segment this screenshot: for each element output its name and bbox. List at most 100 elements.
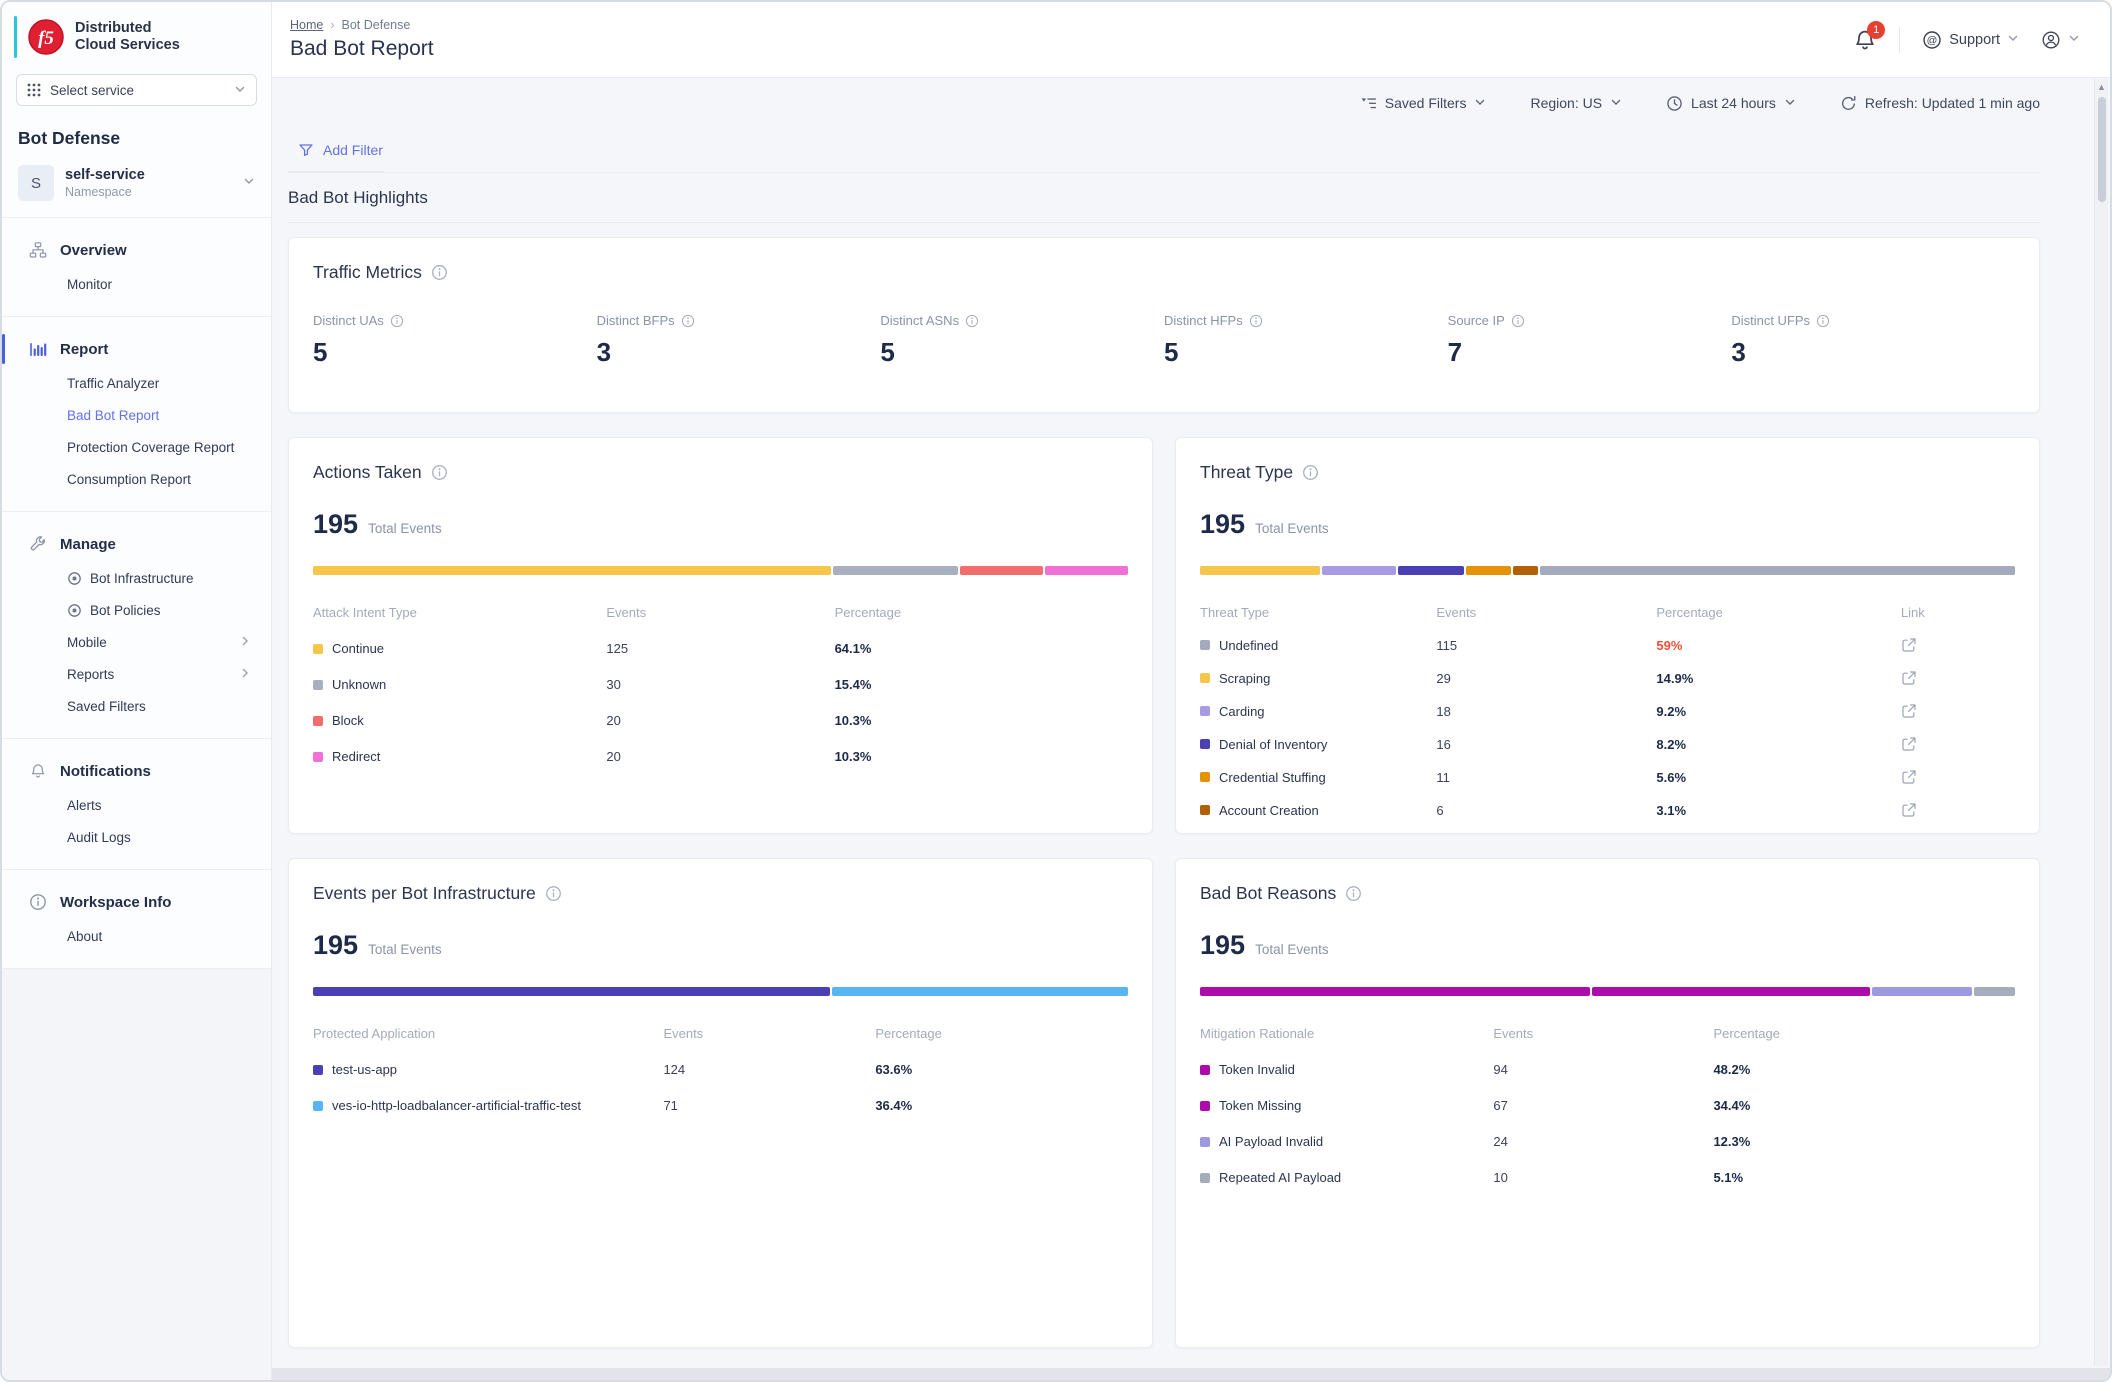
- table-row: Credential Stuffing115.6%: [1200, 769, 2015, 785]
- sidebar-item-bad-bot-report[interactable]: Bad Bot Report: [2, 399, 271, 431]
- select-service-dropdown[interactable]: Select service: [16, 74, 257, 106]
- info-icon[interactable]: [1511, 314, 1525, 328]
- row-percentage: 59%: [1656, 638, 1901, 653]
- bar-segment: [1513, 566, 1538, 575]
- row-events: 6: [1436, 803, 1656, 818]
- horizontal-scrollbar[interactable]: [272, 1368, 2110, 1380]
- legend-chip: [313, 680, 323, 690]
- legend-chip: [1200, 739, 1210, 749]
- total-events-label: Total Events: [368, 521, 442, 536]
- metric-value: 3: [597, 337, 881, 368]
- breadcrumb-home-link[interactable]: Home: [290, 18, 323, 32]
- row-events: 30: [606, 677, 834, 692]
- info-icon[interactable]: [1302, 464, 1319, 481]
- metric-value: 5: [313, 337, 597, 368]
- sidebar-section-overview[interactable]: Overview: [2, 232, 271, 268]
- active-indicator: [2, 334, 5, 364]
- vertical-scroll-thumb[interactable]: [2098, 97, 2106, 202]
- account-menu[interactable]: [2041, 30, 2080, 50]
- panel-bad-bot-reasons: Bad Bot Reasons 195 Total EventsMitigati…: [1175, 858, 2040, 1348]
- section-title: Bad Bot Highlights: [288, 173, 2040, 223]
- app-window: f5 Distributed Cloud Services Select ser…: [0, 0, 2112, 1382]
- table-row: Carding189.2%: [1200, 703, 2015, 719]
- external-link-icon[interactable]: [1901, 736, 2015, 752]
- time-range-dropdown[interactable]: Last 24 hours: [1666, 95, 1796, 112]
- row-events: 20: [606, 713, 834, 728]
- chevron-down-icon: [1474, 95, 1486, 111]
- sidebar-item-reports[interactable]: Reports: [2, 658, 271, 690]
- sidebar-item-alerts[interactable]: Alerts: [2, 789, 271, 821]
- bar-segment: [833, 566, 957, 575]
- sidebar-section-report[interactable]: Report: [2, 331, 271, 367]
- info-icon[interactable]: [545, 885, 562, 902]
- namespace-selector[interactable]: S self-service Namespace: [2, 155, 271, 217]
- traffic-metrics-title: Traffic Metrics: [313, 262, 422, 283]
- legend-chip: [1200, 1101, 1210, 1111]
- sidebar-item-traffic-analyzer[interactable]: Traffic Analyzer: [2, 367, 271, 399]
- refresh-button[interactable]: Refresh: Updated 1 min ago: [1840, 95, 2040, 112]
- scroll-up-arrow[interactable]: ▲: [2095, 79, 2108, 95]
- external-link-icon[interactable]: [1901, 769, 2015, 785]
- bar-segment: [1872, 987, 1972, 996]
- total-events-value: 195: [313, 930, 358, 961]
- breadcrumb-separator: ›: [330, 18, 334, 32]
- row-percentage: 8.2%: [1656, 737, 1901, 752]
- row-label: ves-io-http-loadbalancer-artificial-traf…: [332, 1098, 581, 1113]
- sidebar-item-about[interactable]: About: [2, 920, 271, 952]
- sidebar-item-protection-coverage-report[interactable]: Protection Coverage Report: [2, 431, 271, 463]
- vertical-scrollbar[interactable]: ▲: [2094, 79, 2108, 1366]
- sidebar-item-mobile[interactable]: Mobile: [2, 626, 271, 658]
- external-link-icon[interactable]: [1901, 637, 2015, 653]
- external-link-icon[interactable]: [1901, 670, 2015, 686]
- sidebar-item-bot-infrastructure[interactable]: Bot Infrastructure: [2, 562, 271, 594]
- stacked-bar: [313, 566, 1128, 575]
- region-dropdown[interactable]: Region: US: [1530, 95, 1622, 111]
- namespace-name: self-service: [65, 167, 145, 183]
- funnel-icon: [298, 142, 314, 158]
- sidebar-section-notifications[interactable]: Notifications: [2, 753, 271, 789]
- namespace-type: Namespace: [65, 185, 145, 199]
- stacked-bar: [1200, 987, 2015, 996]
- info-icon[interactable]: [1249, 314, 1263, 328]
- row-events: 18: [1436, 704, 1656, 719]
- info-icon[interactable]: [1345, 885, 1362, 902]
- table-row: Account Creation63.1%: [1200, 802, 2015, 818]
- sidebar-section-workspace-info[interactable]: Workspace Info: [2, 884, 271, 920]
- stacked-bar: [1200, 566, 2015, 575]
- sidebar-item-audit-logs[interactable]: Audit Logs: [2, 821, 271, 853]
- saved-filters-dropdown[interactable]: Saved Filters: [1360, 95, 1487, 112]
- sidebar-item-monitor[interactable]: Monitor: [2, 268, 271, 300]
- info-icon[interactable]: [681, 314, 695, 328]
- row-label: Credential Stuffing: [1219, 770, 1326, 785]
- external-link-icon[interactable]: [1901, 703, 2015, 719]
- bell-icon: [28, 762, 47, 781]
- info-icon[interactable]: [965, 314, 979, 328]
- row-events: 20: [606, 749, 834, 764]
- row-label: Carding: [1219, 704, 1265, 719]
- sidebar-section-manage[interactable]: Manage: [2, 526, 271, 562]
- table-row: Scraping2914.9%: [1200, 670, 2015, 686]
- row-percentage: 5.6%: [1656, 770, 1901, 785]
- row-events: 10: [1493, 1170, 1713, 1185]
- sidebar-item-saved-filters[interactable]: Saved Filters: [2, 690, 271, 722]
- notifications-bell-button[interactable]: 1: [1853, 28, 1877, 52]
- table-row: Undefined11559%: [1200, 637, 2015, 653]
- total-events-value: 195: [1200, 509, 1245, 540]
- clock-icon: [1666, 95, 1683, 112]
- external-link-icon[interactable]: [1901, 802, 2015, 818]
- info-icon[interactable]: [431, 464, 448, 481]
- active-indicator: [2, 756, 5, 786]
- support-menu[interactable]: @ Support: [1922, 30, 2019, 50]
- info-icon[interactable]: [431, 264, 448, 281]
- info-icon[interactable]: [1816, 314, 1830, 328]
- row-events: 71: [663, 1098, 875, 1113]
- sidebar-item-bot-policies[interactable]: Bot Policies: [2, 594, 271, 626]
- add-filter-button[interactable]: Add Filter: [288, 128, 383, 172]
- row-events: 67: [1493, 1098, 1713, 1113]
- content-area: Saved Filters Region: US Last 24 hours R…: [272, 78, 2110, 1380]
- page-header: Home › Bot Defense Bad Bot Report 1 @ Su…: [272, 2, 2110, 78]
- metric-distinct-hfps: Distinct HFPs 5: [1164, 313, 1448, 368]
- legend-chip: [1200, 805, 1210, 815]
- sidebar-item-consumption-report[interactable]: Consumption Report: [2, 463, 271, 495]
- info-icon[interactable]: [390, 314, 404, 328]
